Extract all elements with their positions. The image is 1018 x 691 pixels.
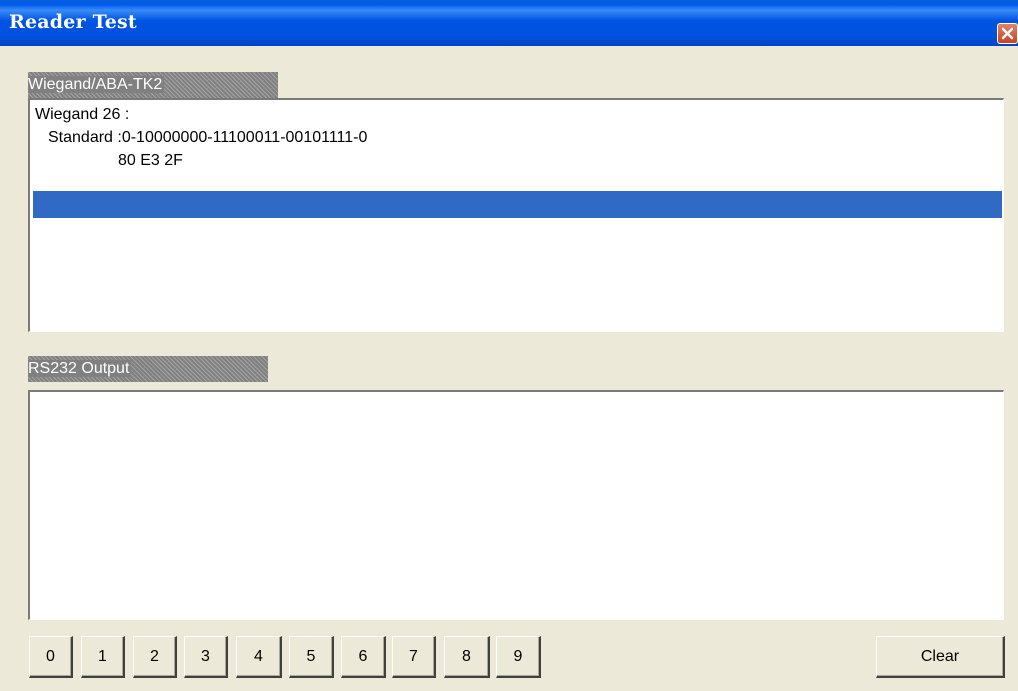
digit-button-7[interactable]: 7 [392, 636, 436, 678]
digit-button-8[interactable]: 8 [444, 636, 490, 678]
digit-button-5[interactable]: 5 [289, 636, 334, 678]
list-item: 80 E3 2F [118, 152, 183, 169]
close-icon [1001, 27, 1014, 40]
digit-button-2[interactable]: 2 [133, 636, 177, 678]
digit-button-1[interactable]: 1 [81, 636, 125, 678]
digit-button-6[interactable]: 6 [341, 636, 386, 678]
digit-button-3[interactable]: 3 [184, 636, 228, 678]
wiegand-output-list[interactable]: Wiegand 26 : Standard :0-10000000-111000… [28, 98, 1004, 332]
wiegand-group-header: Wiegand/ABA-TK2 [28, 72, 278, 98]
rs232-header-label: RS232 Output [28, 360, 132, 377]
digit-button-4[interactable]: 4 [236, 636, 282, 678]
digit-button-9[interactable]: 9 [496, 636, 541, 678]
selected-list-item[interactable] [33, 191, 1002, 218]
list-item: Wiegand 26 : [35, 106, 130, 123]
window-title: Reader Test [9, 11, 137, 33]
wiegand-header-label: Wiegand/ABA-TK2 [28, 76, 165, 93]
rs232-output-list[interactable] [28, 390, 1004, 620]
list-item: Standard :0-10000000-11100011-00101111-0 [48, 129, 368, 146]
clear-button[interactable]: Clear [876, 636, 1005, 678]
close-button[interactable] [997, 23, 1018, 44]
digit-button-0[interactable]: 0 [29, 636, 73, 678]
title-bar[interactable]: Reader Test [0, 0, 1018, 46]
rs232-group-header: RS232 Output [28, 356, 268, 382]
